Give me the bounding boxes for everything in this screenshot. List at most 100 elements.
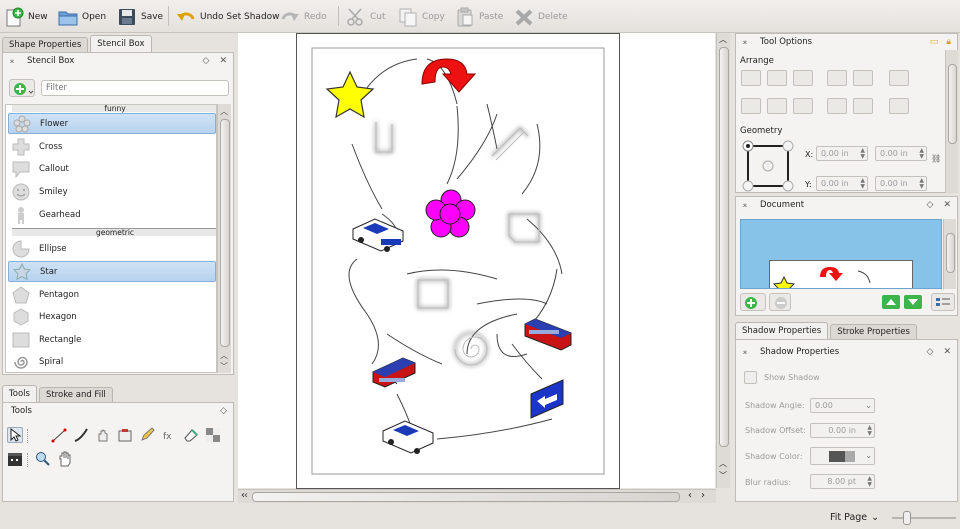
document-page[interactable] bbox=[296, 33, 620, 489]
scroll-down-icon[interactable]: ﹀ bbox=[719, 470, 727, 481]
formula-tool-icon[interactable]: fx bbox=[161, 427, 177, 443]
scroll-thumb[interactable] bbox=[946, 233, 955, 273]
ungroup-button[interactable] bbox=[889, 98, 909, 114]
stencil-filter-input[interactable] bbox=[41, 80, 229, 96]
raise-button[interactable] bbox=[827, 70, 847, 86]
tab-tools[interactable]: Tools bbox=[2, 385, 37, 402]
align-top-button[interactable] bbox=[741, 98, 761, 114]
stencil-item-cross[interactable]: Cross bbox=[8, 136, 216, 157]
note-icon[interactable]: ▭ bbox=[930, 37, 939, 47]
group-header-geometric[interactable]: geometric bbox=[12, 228, 216, 237]
tab-shape-properties[interactable]: Shape Properties bbox=[2, 37, 89, 52]
collapse-icon[interactable]: ⌅ bbox=[7, 56, 17, 65]
shadow-color-button[interactable]: ⌄ bbox=[810, 447, 875, 465]
pattern-tool-icon[interactable] bbox=[205, 427, 221, 443]
add-page-button[interactable] bbox=[740, 293, 766, 311]
scroll-down-icon[interactable]: ﹀ bbox=[220, 361, 228, 372]
group-button[interactable] bbox=[889, 70, 909, 86]
stencil-item-star[interactable]: Star bbox=[8, 261, 216, 282]
close-icon[interactable]: ✕ bbox=[943, 347, 951, 357]
bring-front-button[interactable] bbox=[827, 98, 847, 114]
canvas-horizontal-scrollbar[interactable]: ‹ ‹ › bbox=[238, 489, 716, 503]
align-bottom-button[interactable] bbox=[793, 98, 813, 114]
scroll-right-icon[interactable]: › bbox=[701, 490, 705, 501]
scroll-left-icon[interactable]: ‹ bbox=[688, 490, 692, 501]
canvas-vertical-scrollbar[interactable]: ︿ ︿ ﹀ bbox=[716, 33, 730, 488]
move-page-up-button[interactable] bbox=[882, 295, 900, 309]
cut-button[interactable]: Cut bbox=[346, 5, 386, 29]
scroll-thumb[interactable] bbox=[252, 492, 680, 502]
scroll-up-icon[interactable]: ︿ bbox=[220, 106, 228, 117]
snapshot-tool-icon[interactable] bbox=[117, 427, 133, 443]
add-stencil-button[interactable] bbox=[9, 79, 35, 97]
show-shadow-checkbox[interactable] bbox=[744, 371, 757, 384]
chain-link-icon[interactable]: ⛓︎ bbox=[931, 154, 941, 163]
page-drawing[interactable] bbox=[297, 34, 621, 490]
scroll-thumb[interactable] bbox=[719, 47, 729, 447]
scroll-thumb[interactable] bbox=[220, 119, 230, 347]
redo-button[interactable]: Redo bbox=[280, 5, 327, 29]
zoom-select[interactable]: Fit Page ⌄ bbox=[830, 512, 879, 523]
zoom-tool-icon[interactable] bbox=[35, 451, 51, 467]
float-icon[interactable]: ◇ bbox=[927, 200, 934, 210]
scroll-up-icon[interactable]: ︿ bbox=[719, 34, 727, 45]
select-tool-icon[interactable] bbox=[7, 427, 23, 443]
anchor-point-widget[interactable] bbox=[742, 140, 796, 192]
document-scrollbar[interactable] bbox=[943, 219, 956, 289]
paste-button[interactable]: Paste bbox=[455, 5, 503, 29]
close-icon[interactable]: ✕ bbox=[219, 56, 227, 66]
eraser-tool-icon[interactable] bbox=[183, 427, 199, 443]
copy-button[interactable]: Copy bbox=[398, 5, 445, 29]
float-icon[interactable]: ◇ bbox=[203, 56, 210, 66]
stencil-item-ellipse[interactable]: Ellipse bbox=[8, 238, 216, 259]
group-header-funny[interactable]: funny bbox=[12, 105, 216, 113]
stencil-item-spiral[interactable]: Spiral bbox=[8, 351, 216, 372]
send-back-button[interactable] bbox=[853, 98, 873, 114]
page-thumbnail[interactable] bbox=[740, 219, 942, 289]
stencil-item-rectangle[interactable]: Rectangle bbox=[8, 329, 216, 350]
pencil-tool-icon[interactable] bbox=[139, 427, 155, 443]
shadow-offset-input[interactable]: 0.00 in ▲ ▼ bbox=[810, 423, 875, 438]
collapse-icon[interactable]: ⌅ bbox=[740, 200, 750, 209]
canvas-left-arrow[interactable]: ‹ bbox=[244, 490, 248, 501]
float-icon[interactable]: ◇ bbox=[927, 347, 934, 357]
align-right-button[interactable] bbox=[793, 70, 813, 86]
scroll-up-icon[interactable]: ︿ bbox=[220, 350, 228, 361]
stencil-item-smiley[interactable]: Smiley bbox=[8, 181, 216, 202]
x-position-input[interactable]: 0.00 in ▲ ▼ bbox=[816, 146, 868, 161]
zoom-slider-track[interactable] bbox=[892, 517, 956, 519]
zoom-slider-handle[interactable] bbox=[903, 511, 911, 525]
undo-button[interactable]: Undo Set Shadow bbox=[176, 5, 280, 29]
width-input[interactable]: 0.00 in ▲ ▼ bbox=[875, 146, 927, 161]
view-mode-button[interactable] bbox=[931, 293, 955, 311]
tab-stroke-properties[interactable]: Stroke Properties bbox=[830, 324, 917, 339]
stencil-item-flower[interactable]: Flower bbox=[8, 113, 216, 134]
float-icon[interactable]: ◇ bbox=[220, 406, 227, 416]
stencil-item-hexagon[interactable]: Hexagon bbox=[8, 306, 216, 327]
stencil-item-gearhead[interactable]: Gearhead bbox=[8, 204, 216, 225]
y-position-input[interactable]: 0.00 in ▲ ▼ bbox=[816, 176, 868, 191]
open-button[interactable]: Open bbox=[58, 5, 106, 29]
collapse-icon[interactable]: ⌅ bbox=[740, 37, 750, 46]
close-icon[interactable]: ✕ bbox=[943, 200, 951, 210]
collapse-icon[interactable]: ⌅ bbox=[740, 347, 750, 356]
blur-radius-input[interactable]: 8.00 pt ▲ ▼ bbox=[810, 474, 875, 489]
remove-page-button[interactable] bbox=[769, 293, 791, 311]
stencil-item-pentagon[interactable]: Pentagon bbox=[8, 284, 216, 305]
lock-icon[interactable]: 🔒︎ bbox=[946, 37, 951, 47]
align-middle-button[interactable] bbox=[767, 98, 787, 114]
align-left-button[interactable] bbox=[741, 70, 761, 86]
scroll-up-icon[interactable]: ︿ bbox=[719, 458, 727, 469]
shadow-angle-select[interactable]: 0.00 ⌄ bbox=[810, 398, 875, 413]
pan-hand-icon[interactable] bbox=[57, 451, 73, 467]
stencil-item-callout[interactable]: Callout bbox=[8, 158, 216, 179]
lower-button[interactable] bbox=[853, 70, 873, 86]
clapperboard-tool-icon[interactable] bbox=[7, 451, 23, 467]
hand-pan-tool-icon[interactable] bbox=[95, 427, 111, 443]
scroll-thumb[interactable] bbox=[948, 64, 957, 144]
delete-button[interactable]: Delete bbox=[514, 5, 568, 29]
calligraphy-tool-icon[interactable] bbox=[73, 427, 89, 443]
new-button[interactable]: New bbox=[4, 5, 48, 29]
tab-stroke-and-fill[interactable]: Stroke and Fill bbox=[38, 387, 113, 402]
tab-shadow-properties[interactable]: Shadow Properties bbox=[735, 322, 829, 339]
